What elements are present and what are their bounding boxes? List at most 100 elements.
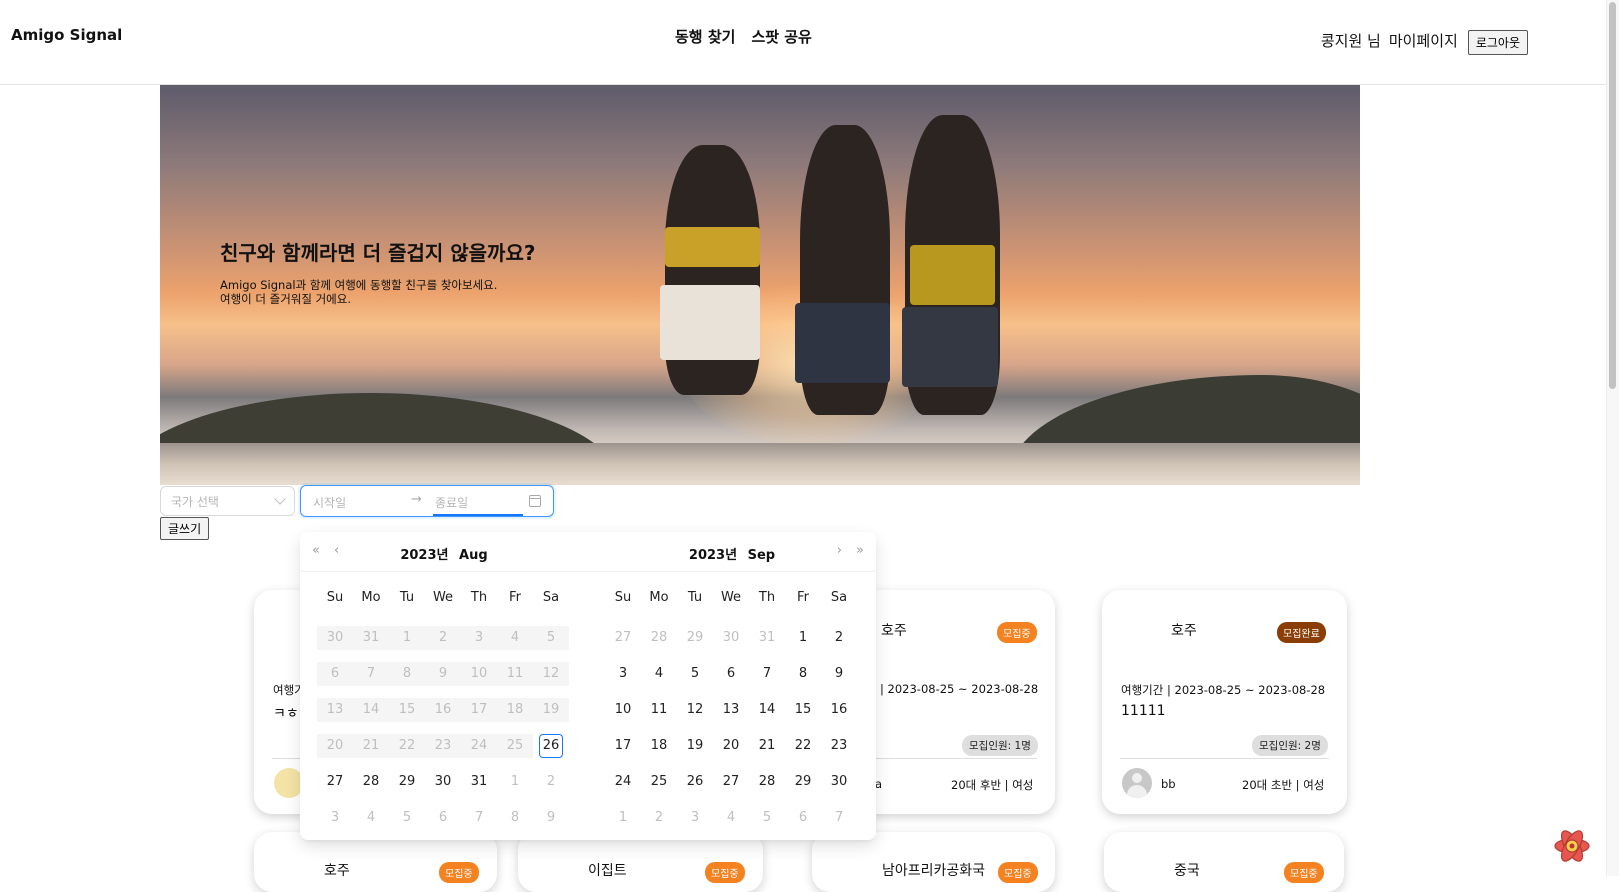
calendar-day[interactable]: 14 — [749, 698, 785, 722]
write-post-button[interactable]: 글쓰기 — [160, 517, 210, 540]
calendar-day[interactable]: 29 — [389, 770, 425, 794]
members-badge: 모집인원: 1명 — [962, 735, 1038, 756]
calendar-day[interactable]: 4 — [353, 806, 389, 830]
calendar-day[interactable]: 29 — [677, 626, 713, 650]
calendar-day[interactable]: 26 — [677, 770, 713, 794]
calendar-day-today[interactable]: 26 — [533, 734, 569, 758]
end-date-input[interactable]: 종료일 — [435, 494, 468, 511]
calendar-day[interactable]: 9 — [533, 806, 569, 830]
calendar-day[interactable]: 6 — [713, 662, 749, 686]
calendar-day[interactable]: 2 — [533, 770, 569, 794]
calendar-day[interactable]: 27 — [317, 770, 353, 794]
calendar-day[interactable]: 16 — [821, 698, 857, 722]
scrollbar-thumb[interactable] — [1609, 2, 1616, 389]
calendar-day[interactable]: 1 — [605, 806, 641, 830]
calendar-day[interactable]: 25 — [641, 770, 677, 794]
calendar-day[interactable]: 15 — [785, 698, 821, 722]
year-label[interactable]: 2023년 — [689, 548, 737, 563]
calendar-day[interactable]: 27 — [713, 770, 749, 794]
calendar-day[interactable]: 10 — [605, 698, 641, 722]
react-devtools-icon[interactable] — [1552, 826, 1592, 866]
calendar-day: 19 — [533, 698, 569, 722]
calendar-day: 9 — [425, 662, 461, 686]
calendar-header-right: 2023년 Sep › » — [588, 532, 876, 572]
logo[interactable]: Amigo Signal — [11, 26, 122, 44]
calendar-day[interactable]: 3 — [317, 806, 353, 830]
calendar-day[interactable]: 1 — [497, 770, 533, 794]
calendar-day[interactable]: 24 — [605, 770, 641, 794]
calendar-day[interactable]: 1 — [785, 626, 821, 650]
calendar-day[interactable]: 17 — [605, 734, 641, 758]
calendar-day[interactable]: 5 — [749, 806, 785, 830]
calendar-day[interactable]: 8 — [497, 806, 533, 830]
start-date-input[interactable]: 시작일 — [313, 494, 346, 511]
calendar-day[interactable]: 31 — [461, 770, 497, 794]
calendar-day: 5 — [533, 626, 569, 650]
calendar-day[interactable]: 31 — [749, 626, 785, 650]
next-year-icon[interactable]: » — [856, 543, 864, 558]
trip-card-4[interactable]: 호주 모집중 — [254, 832, 497, 892]
calendar-day[interactable]: 20 — [713, 734, 749, 758]
calendar-day[interactable]: 7 — [461, 806, 497, 830]
calendar-day[interactable]: 7 — [749, 662, 785, 686]
calendar-day: 16 — [425, 698, 461, 722]
calendar-day[interactable]: 2 — [821, 626, 857, 650]
calendar-day[interactable]: 23 — [821, 734, 857, 758]
calendar-day[interactable]: 28 — [641, 626, 677, 650]
weekday-label: Sa — [542, 590, 560, 605]
trip-card-6[interactable]: 남아프리카공화국 모집중 — [812, 832, 1055, 892]
year-label[interactable]: 2023년 — [400, 548, 448, 563]
mypage-link[interactable]: 마이페이지 — [1389, 30, 1458, 51]
month-label[interactable]: Aug — [459, 548, 488, 563]
calendar-day[interactable]: 28 — [353, 770, 389, 794]
calendar-day[interactable]: 13 — [713, 698, 749, 722]
calendar-day: 13 — [317, 698, 353, 722]
calendar-day[interactable]: 9 — [821, 662, 857, 686]
page-scrollbar[interactable] — [1606, 0, 1619, 876]
card-author: bb — [1161, 777, 1176, 791]
nav-spot-share[interactable]: 스팟 공유 — [751, 26, 811, 47]
calendar-day[interactable]: 27 — [605, 626, 641, 650]
calendar-day[interactable]: 30 — [713, 626, 749, 650]
calendar-day: 15 — [389, 698, 425, 722]
calendar-day[interactable]: 3 — [605, 662, 641, 686]
calendar-day[interactable]: 2 — [641, 806, 677, 830]
card-period: 여행기간 | 2023-08-25 ~ 2023-08-28 — [1121, 683, 1326, 697]
calendar-day[interactable]: 30 — [425, 770, 461, 794]
calendar-day[interactable]: 5 — [389, 806, 425, 830]
calendar-day[interactable]: 19 — [677, 734, 713, 758]
weekday-label: We — [720, 590, 742, 605]
calendar-day[interactable]: 6 — [785, 806, 821, 830]
calendar-icon[interactable] — [529, 495, 541, 507]
calendar-day[interactable]: 8 — [785, 662, 821, 686]
calendar-day[interactable]: 22 — [785, 734, 821, 758]
calendar-day[interactable]: 11 — [641, 698, 677, 722]
status-badge: 모집완료 — [1277, 622, 1326, 643]
calendar-day[interactable]: 4 — [713, 806, 749, 830]
weekday-label: Mo — [649, 590, 669, 605]
calendar-day[interactable]: 6 — [425, 806, 461, 830]
month-label[interactable]: Sep — [748, 548, 776, 563]
calendar-day[interactable]: 3 — [677, 806, 713, 830]
trip-card-7[interactable]: 중국 모집중 — [1104, 832, 1344, 892]
calendar-day[interactable]: 28 — [749, 770, 785, 794]
next-month-icon[interactable]: › — [837, 543, 842, 558]
trip-card-3[interactable]: 호주 모집완료 여행기간 | 2023-08-25 ~ 2023-08-28 1… — [1102, 590, 1347, 814]
country-select[interactable]: 국가 선택 — [160, 486, 295, 516]
logout-button[interactable]: 로그아웃 — [1467, 30, 1528, 55]
status-badge: 모집중 — [705, 862, 745, 883]
date-range-picker[interactable]: 시작일 → 종료일 — [300, 485, 554, 517]
hero-person-1-top — [665, 227, 760, 267]
calendar-day[interactable]: 5 — [677, 662, 713, 686]
calendar-day[interactable]: 18 — [641, 734, 677, 758]
calendar-day[interactable]: 30 — [821, 770, 857, 794]
calendar-day[interactable]: 29 — [785, 770, 821, 794]
calendar-day[interactable]: 21 — [749, 734, 785, 758]
calendar-day: 6 — [317, 662, 353, 686]
trip-card-5[interactable]: 이집트 모집중 — [518, 832, 763, 892]
calendar-day[interactable]: 4 — [641, 662, 677, 686]
nav-find-companion[interactable]: 동행 찾기 — [675, 26, 735, 47]
calendar-day[interactable]: 12 — [677, 698, 713, 722]
weekday-label: Su — [326, 590, 344, 605]
calendar-day[interactable]: 7 — [821, 806, 857, 830]
